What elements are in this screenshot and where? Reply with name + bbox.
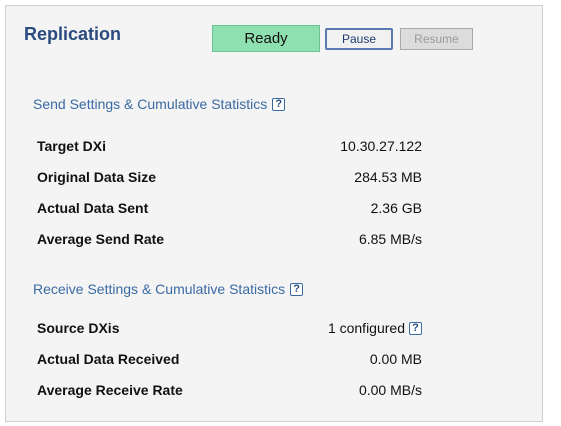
receive-section-title: Receive Settings & Cumulative Statistics… xyxy=(33,281,304,297)
status-badge: Ready xyxy=(212,25,320,52)
stat-label: Target DXi xyxy=(37,138,106,154)
stat-row-original-data-size: Original Data Size 284.53 MB xyxy=(37,169,422,191)
send-section-title: Send Settings & Cumulative Statistics ? xyxy=(33,96,286,112)
send-section-label: Send Settings & Cumulative Statistics xyxy=(33,96,268,112)
stat-row-target-dxi: Target DXi 10.30.27.122 xyxy=(37,138,422,160)
stat-value: 10.30.27.122 xyxy=(340,138,422,154)
receive-section-label: Receive Settings & Cumulative Statistics xyxy=(33,281,286,297)
help-icon[interactable]: ? xyxy=(272,97,286,111)
replication-panel: Replication Ready Pause Resume Send Sett… xyxy=(5,5,543,422)
stat-value: 0.00 MB/s xyxy=(358,382,422,398)
help-icon[interactable]: ? xyxy=(409,321,422,335)
page-title: Replication xyxy=(24,24,122,44)
stat-row-actual-data-sent: Actual Data Sent 2.36 GB xyxy=(37,200,422,222)
stat-row-average-send-rate: Average Send Rate 6.85 MB/s xyxy=(37,231,422,253)
stat-value: 0.00 MB xyxy=(369,351,422,367)
stat-value: 2.36 GB xyxy=(370,200,422,216)
stat-label: Actual Data Sent xyxy=(37,200,149,216)
stat-label: Actual Data Received xyxy=(37,351,180,367)
stat-row-actual-data-received: Actual Data Received 0.00 MB xyxy=(37,351,422,373)
stat-value: 6.85 MB/s xyxy=(358,231,422,247)
stat-label: Average Receive Rate xyxy=(37,382,183,398)
resume-button: Resume xyxy=(400,28,473,50)
stat-value: 1 configured xyxy=(327,320,405,336)
pause-button[interactable]: Pause xyxy=(325,28,393,50)
stat-label: Original Data Size xyxy=(37,169,157,185)
stat-value: 284.53 MB xyxy=(354,169,422,185)
stat-row-source-dxis: Source DXis 1 configured ? xyxy=(37,320,422,342)
stat-label: Average Send Rate xyxy=(37,231,165,247)
stat-row-average-receive-rate: Average Receive Rate 0.00 MB/s xyxy=(37,382,422,404)
stat-label: Source DXis xyxy=(37,320,120,336)
stat-value-with-help: 1 configured ? xyxy=(328,320,422,336)
help-icon[interactable]: ? xyxy=(290,282,304,296)
